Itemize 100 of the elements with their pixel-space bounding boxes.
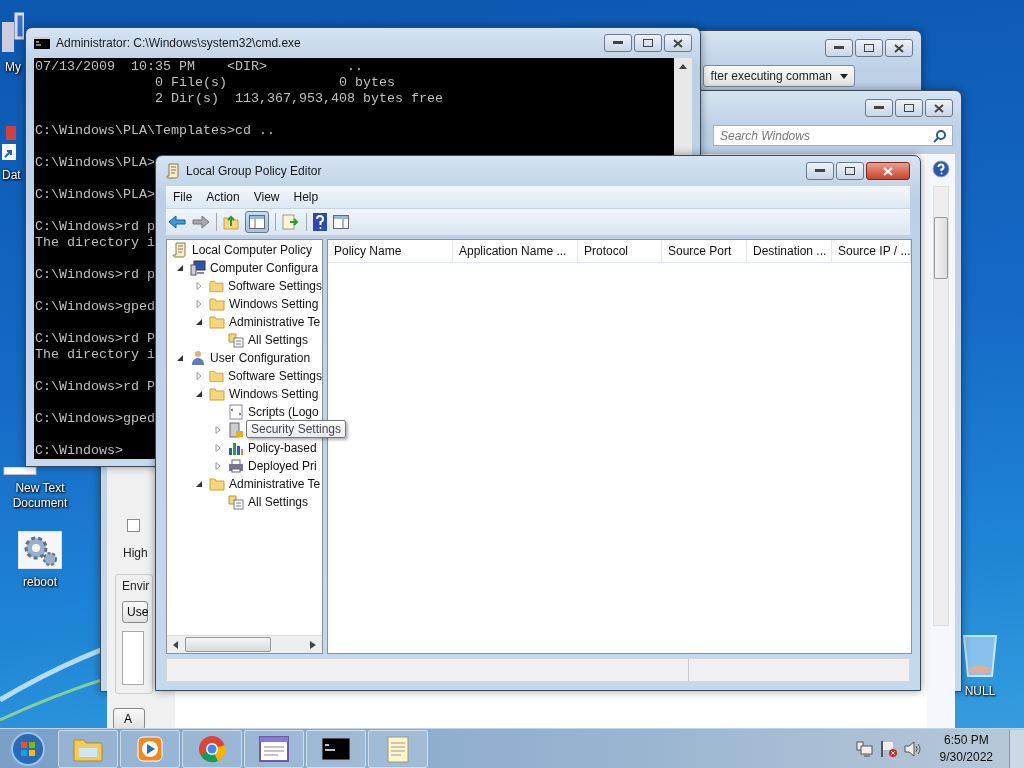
dropdown[interactable]: Use: [122, 601, 148, 623]
network-icon[interactable]: [855, 741, 874, 757]
help-icon[interactable]: [313, 213, 327, 231]
desktop-icon-label[interactable]: reboot: [23, 575, 57, 590]
window-list-icon: [259, 736, 289, 762]
menu-item[interactable]: Help: [286, 188, 326, 206]
script-icon: [228, 404, 244, 420]
maximize-icon: [643, 39, 653, 47]
console-line: C:\Windows>rd p: [35, 219, 155, 235]
expand-arrow-icon[interactable]: [195, 372, 203, 380]
scrollbar[interactable]: [167, 635, 322, 653]
shortcut-icon[interactable]: [2, 126, 16, 162]
menu-item[interactable]: Action: [199, 188, 247, 206]
maximize-button[interactable]: [634, 34, 662, 52]
tree-item[interactable]: Software Settings: [227, 369, 322, 383]
user-icon: [190, 350, 206, 366]
bar-chart-icon: [228, 440, 244, 456]
minimize-button[interactable]: [865, 99, 893, 117]
desktop-icon-label[interactable]: Dat: [2, 168, 21, 183]
export-list-icon[interactable]: [282, 214, 300, 230]
scroll-right-icon[interactable]: [310, 640, 316, 649]
action-button[interactable]: A: [113, 708, 145, 730]
clock-date: 9/30/2022: [939, 749, 993, 766]
server-lock-icon: [228, 422, 244, 438]
caret-icon: [840, 73, 848, 79]
folder-icon: [209, 368, 224, 384]
expand-arrow-icon[interactable]: [195, 300, 203, 308]
collapse-arrow-icon[interactable]: [176, 354, 184, 362]
notepad-icon: [386, 735, 410, 763]
search-icon[interactable]: [933, 128, 947, 143]
tree-item[interactable]: Deployed Pri: [248, 459, 317, 473]
desktop-icon-label[interactable]: New Text Document: [0, 481, 80, 511]
desktop-icon-label[interactable]: My: [5, 60, 21, 75]
close-button[interactable]: [664, 34, 692, 52]
flag-error-icon[interactable]: [879, 740, 898, 758]
computer-icon[interactable]: [2, 10, 24, 54]
maximize-icon: [864, 44, 874, 52]
close-button[interactable]: [925, 99, 953, 117]
clock[interactable]: 6:50 PM 9/30/2022: [939, 732, 993, 766]
start-button[interactable]: [10, 731, 46, 767]
folder-icon: [209, 296, 225, 312]
collapse-arrow-icon[interactable]: [176, 264, 184, 272]
tree-item[interactable]: User Configuration: [210, 351, 311, 365]
taskbar-button[interactable]: [306, 730, 366, 768]
scroll-up-icon[interactable]: [679, 64, 687, 69]
collapse-arrow-icon[interactable]: [195, 318, 203, 326]
tree-item[interactable]: Policy-based: [248, 441, 317, 455]
console-icon: [321, 737, 351, 761]
gear-icon[interactable]: [18, 531, 62, 569]
expand-arrow-icon[interactable]: [214, 426, 222, 434]
minimize-button[interactable]: [604, 34, 632, 52]
scrollbar[interactable]: [933, 186, 949, 626]
menu-item[interactable]: File: [166, 188, 200, 206]
tree-item[interactable]: Computer Configura: [210, 261, 319, 275]
tree-item[interactable]: Windows Setting: [229, 387, 319, 401]
dropdown[interactable]: fter executing comman: [703, 65, 855, 87]
properties-view-icon[interactable]: [333, 215, 349, 229]
tree-item[interactable]: All Settings: [248, 333, 309, 347]
tree-item[interactable]: Administrative Te: [229, 315, 321, 329]
tooltip: Security Settings: [246, 420, 347, 438]
console-line: 2 Dir(s) 113,367,953,408 bytes free: [153, 91, 443, 107]
scroll-left-icon[interactable]: [173, 640, 179, 649]
menu-item[interactable]: View: [246, 188, 287, 206]
tree-item[interactable]: Windows Setting: [229, 297, 319, 311]
maximize-button[interactable]: [855, 39, 883, 57]
minimize-icon: [815, 169, 825, 173]
folder-icon: [73, 736, 103, 762]
expand-arrow-icon[interactable]: [214, 462, 222, 470]
forward-arrow-icon[interactable]: [192, 215, 210, 229]
show-tree-button[interactable]: [245, 211, 269, 233]
collapse-arrow-icon[interactable]: [195, 480, 203, 488]
maximize-button[interactable]: [836, 162, 864, 180]
tree-item[interactable]: Software Settings: [227, 279, 322, 293]
minimize-button[interactable]: [825, 39, 853, 57]
help-icon[interactable]: [932, 160, 950, 178]
checkbox[interactable]: [127, 519, 140, 532]
console-line: C:\Windows>gped: [35, 299, 155, 315]
speaker-icon[interactable]: [903, 741, 922, 757]
tree-item[interactable]: All Settings: [248, 495, 309, 509]
expand-arrow-icon[interactable]: [195, 282, 203, 290]
close-button[interactable]: [885, 39, 913, 57]
settings-icon: [228, 494, 244, 510]
minimize-button[interactable]: [806, 162, 834, 180]
collapse-arrow-icon[interactable]: [195, 390, 203, 398]
document-icon[interactable]: [0, 467, 40, 475]
tree-item[interactable]: Scripts (Logo: [248, 405, 319, 419]
tree-item[interactable]: Local Computer Policy: [192, 243, 313, 257]
back-arrow-icon[interactable]: [168, 215, 186, 229]
search-field[interactable]: Search Windows: [713, 125, 953, 146]
console-line: The directory i: [35, 235, 155, 251]
close-button[interactable]: [866, 162, 910, 180]
expand-arrow-icon[interactable]: [214, 444, 222, 452]
browser-icon: [198, 735, 226, 763]
window-title: Administrator: C:\Windows\system32\cmd.exe: [56, 36, 301, 50]
console-line: C:\Windows>rd p: [35, 267, 155, 283]
maximize-button[interactable]: [895, 99, 923, 117]
tree-item[interactable]: Administrative Te: [229, 477, 321, 491]
close-icon: [673, 38, 683, 48]
folder-up-icon[interactable]: [223, 214, 239, 230]
minimize-icon: [874, 106, 884, 110]
